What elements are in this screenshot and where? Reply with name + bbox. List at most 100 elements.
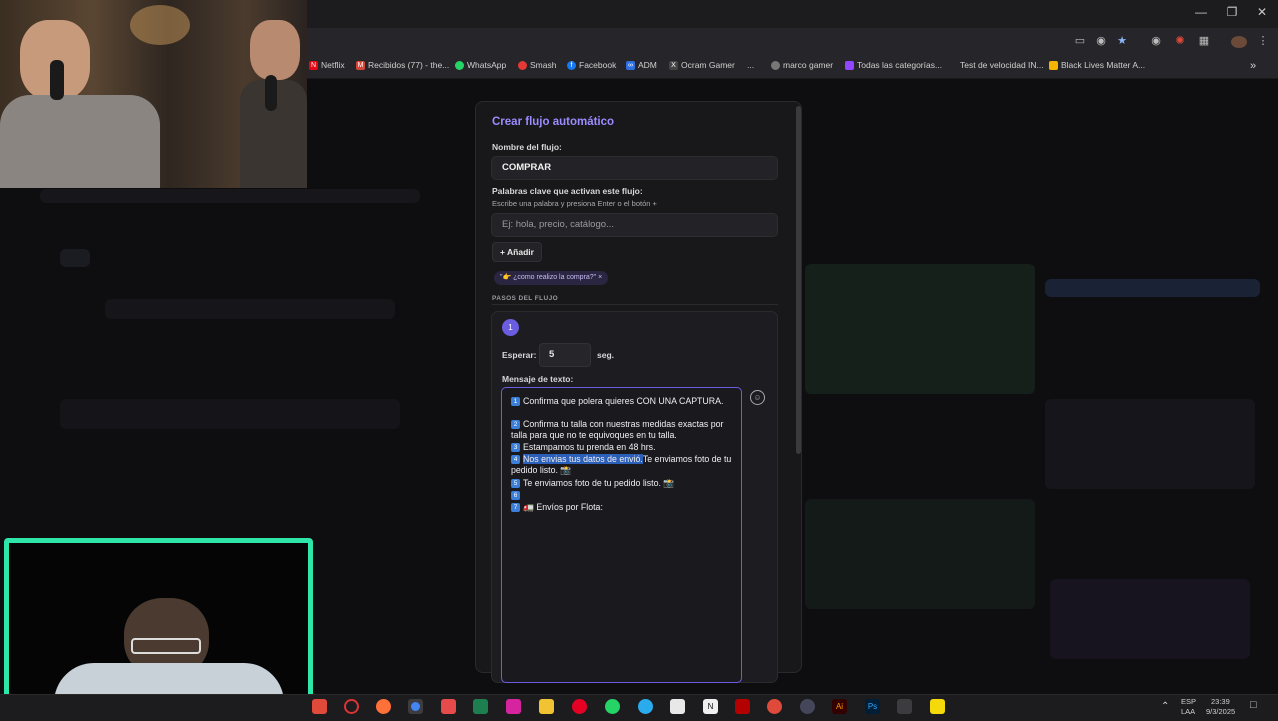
keycap-number-icon: 6 bbox=[511, 491, 520, 500]
backdrop-block bbox=[1045, 279, 1260, 297]
minimize-icon[interactable]: — bbox=[1191, 5, 1211, 19]
webcam-overlay-bottom bbox=[4, 538, 313, 716]
bookmark-test-velocidad[interactable]: Test de velocidad IN... bbox=[960, 60, 1044, 70]
message-line: 3 Estampamos tu prenda en 48 hrs. bbox=[511, 442, 735, 453]
bookmark-adm[interactable]: ∞ ADM bbox=[626, 60, 657, 70]
lamp-glow bbox=[130, 5, 190, 45]
keycap-number-icon: 5 bbox=[511, 479, 520, 488]
bookmark-smash[interactable]: Smash bbox=[518, 60, 556, 70]
bookmark-facebook[interactable]: f Facebook bbox=[567, 60, 616, 70]
opera-icon[interactable] bbox=[344, 699, 359, 714]
steps-divider bbox=[492, 304, 778, 305]
wait-label: Esperar: bbox=[502, 350, 537, 360]
bookmark-netflix[interactable]: N Netflix bbox=[309, 60, 345, 70]
maximize-icon[interactable]: ❐ bbox=[1222, 5, 1242, 19]
firefox-icon[interactable] bbox=[376, 699, 391, 714]
x-icon: X bbox=[669, 60, 678, 70]
microphone-icon bbox=[265, 75, 277, 111]
backdrop-block bbox=[40, 189, 420, 203]
keywords-hint: Escribe una palabra y presiona Enter o e… bbox=[492, 199, 657, 208]
bookmark-ocram-gamer[interactable]: X Ocram Gamer bbox=[669, 60, 735, 70]
bookmark-todas-categorias[interactable]: Todas las categorías... bbox=[845, 60, 942, 70]
keycap-number-icon: 4 bbox=[511, 455, 520, 464]
flow-name-input[interactable]: COMPRAR bbox=[491, 156, 778, 180]
panel-scrollbar[interactable] bbox=[796, 106, 801, 454]
app-icon[interactable] bbox=[767, 699, 782, 714]
chrome-icon[interactable] bbox=[408, 699, 423, 714]
bookmark-star-icon[interactable]: ★ bbox=[1115, 34, 1129, 47]
bookmark-icon bbox=[1049, 60, 1058, 70]
pinterest-icon[interactable] bbox=[572, 699, 587, 714]
telegram-icon[interactable] bbox=[638, 699, 653, 714]
app-icon[interactable] bbox=[897, 699, 912, 714]
message-line: 7 🚛 Envíos por Flota: bbox=[511, 502, 735, 513]
netflix-icon: N bbox=[309, 60, 318, 70]
bookmark-whatsapp[interactable]: WhatsApp bbox=[455, 60, 506, 70]
whatsapp-icon[interactable] bbox=[473, 699, 488, 714]
app-icon[interactable] bbox=[800, 699, 815, 714]
menu-kebab-icon[interactable]: ⋮ bbox=[1256, 34, 1270, 47]
message-line: 4 Nos envias tus datos de envió.Te enviam… bbox=[511, 454, 732, 475]
clock-time[interactable]: 23:39 bbox=[1211, 697, 1230, 706]
notion-icon[interactable]: N bbox=[703, 699, 718, 714]
bookmark-ellipsis[interactable]: ... bbox=[747, 60, 754, 70]
keywords-label: Palabras clave que activan este flujo: bbox=[492, 186, 643, 196]
step-number-badge: 1 bbox=[502, 319, 519, 336]
person-head bbox=[250, 20, 300, 80]
backdrop-block bbox=[105, 299, 395, 319]
webcam-overlay-top bbox=[0, 0, 307, 188]
whatsapp-icon bbox=[455, 60, 464, 70]
keycap-number-icon: 2 bbox=[511, 420, 520, 429]
microphone-icon bbox=[50, 60, 64, 100]
app-icon[interactable] bbox=[441, 699, 456, 714]
globe-icon bbox=[771, 60, 780, 70]
backdrop-block bbox=[60, 249, 90, 267]
glasses-icon bbox=[131, 638, 201, 654]
backdrop-block bbox=[1045, 399, 1255, 489]
keyword-chip[interactable]: "👉 ¿como realizo la compra?" × bbox=[494, 271, 609, 285]
illustrator-icon[interactable]: Ai bbox=[832, 699, 847, 714]
keyword-input[interactable]: Ej: hola, precio, catálogo... bbox=[491, 213, 778, 237]
extension-red-icon[interactable]: ✺ bbox=[1173, 34, 1187, 47]
flow-name-label: Nombre del flujo: bbox=[492, 142, 562, 152]
language-indicator[interactable]: ESP bbox=[1181, 697, 1196, 706]
app-icon[interactable] bbox=[735, 699, 750, 714]
message-line: 5 Te enviamos foto de tu pedido listo. 📸 bbox=[511, 478, 735, 489]
cast-icon[interactable]: ▭ bbox=[1073, 34, 1087, 47]
file-explorer-icon[interactable] bbox=[539, 699, 554, 714]
clock-date: 9/3/2025 bbox=[1206, 707, 1236, 716]
backdrop-block bbox=[805, 499, 1035, 609]
keycap-number-icon: 1 bbox=[511, 397, 520, 406]
instagram-icon[interactable] bbox=[506, 699, 521, 714]
brave-icon[interactable] bbox=[312, 699, 327, 714]
keycap-number-icon: 7 bbox=[511, 503, 520, 512]
password-key-icon[interactable]: ◉ bbox=[1094, 34, 1108, 47]
keycap-number-icon: 3 bbox=[511, 443, 520, 452]
wait-seconds-input[interactable]: 5 bbox=[539, 343, 591, 367]
message-line: 2 Confirma tu talla con nuestras medidas … bbox=[511, 419, 724, 440]
smash-icon bbox=[518, 60, 527, 70]
bookmark-marco-gamer[interactable]: marco gamer bbox=[771, 60, 833, 70]
add-keyword-button[interactable]: + Añadir bbox=[492, 242, 542, 262]
notification-center-icon[interactable]: □ bbox=[1250, 699, 1257, 711]
extensions-puzzle-icon[interactable]: ▦ bbox=[1197, 34, 1211, 47]
capcut-icon[interactable] bbox=[670, 699, 685, 714]
region-indicator: LAA bbox=[1181, 707, 1196, 716]
backdrop-block bbox=[805, 264, 1035, 394]
extension-camera-icon[interactable]: ◉ bbox=[1149, 34, 1163, 47]
close-icon[interactable]: ✕ bbox=[1252, 5, 1272, 19]
photoshop-icon[interactable]: Ps bbox=[865, 699, 880, 714]
profile-avatar[interactable] bbox=[1231, 36, 1247, 48]
person-body bbox=[0, 95, 160, 188]
bookmark-recibidos[interactable]: M Recibidos (77) - the... bbox=[356, 60, 449, 70]
bookmarks-more-icon[interactable]: » bbox=[1250, 60, 1256, 72]
text-selection: Nos envias tus datos de envió. bbox=[523, 454, 643, 464]
wait-unit-label: seg. bbox=[597, 350, 615, 360]
tray-chevron-icon[interactable]: ⌃ bbox=[1161, 701, 1169, 712]
emoji-picker-icon[interactable]: ☺ bbox=[750, 390, 765, 405]
backdrop-block bbox=[1050, 579, 1250, 659]
whatsapp-icon[interactable] bbox=[605, 699, 620, 714]
sticky-notes-icon[interactable] bbox=[930, 699, 945, 714]
bookmark-black-lives-matter[interactable]: Black Lives Matter A... bbox=[1049, 60, 1145, 70]
backdrop-block bbox=[60, 399, 400, 429]
